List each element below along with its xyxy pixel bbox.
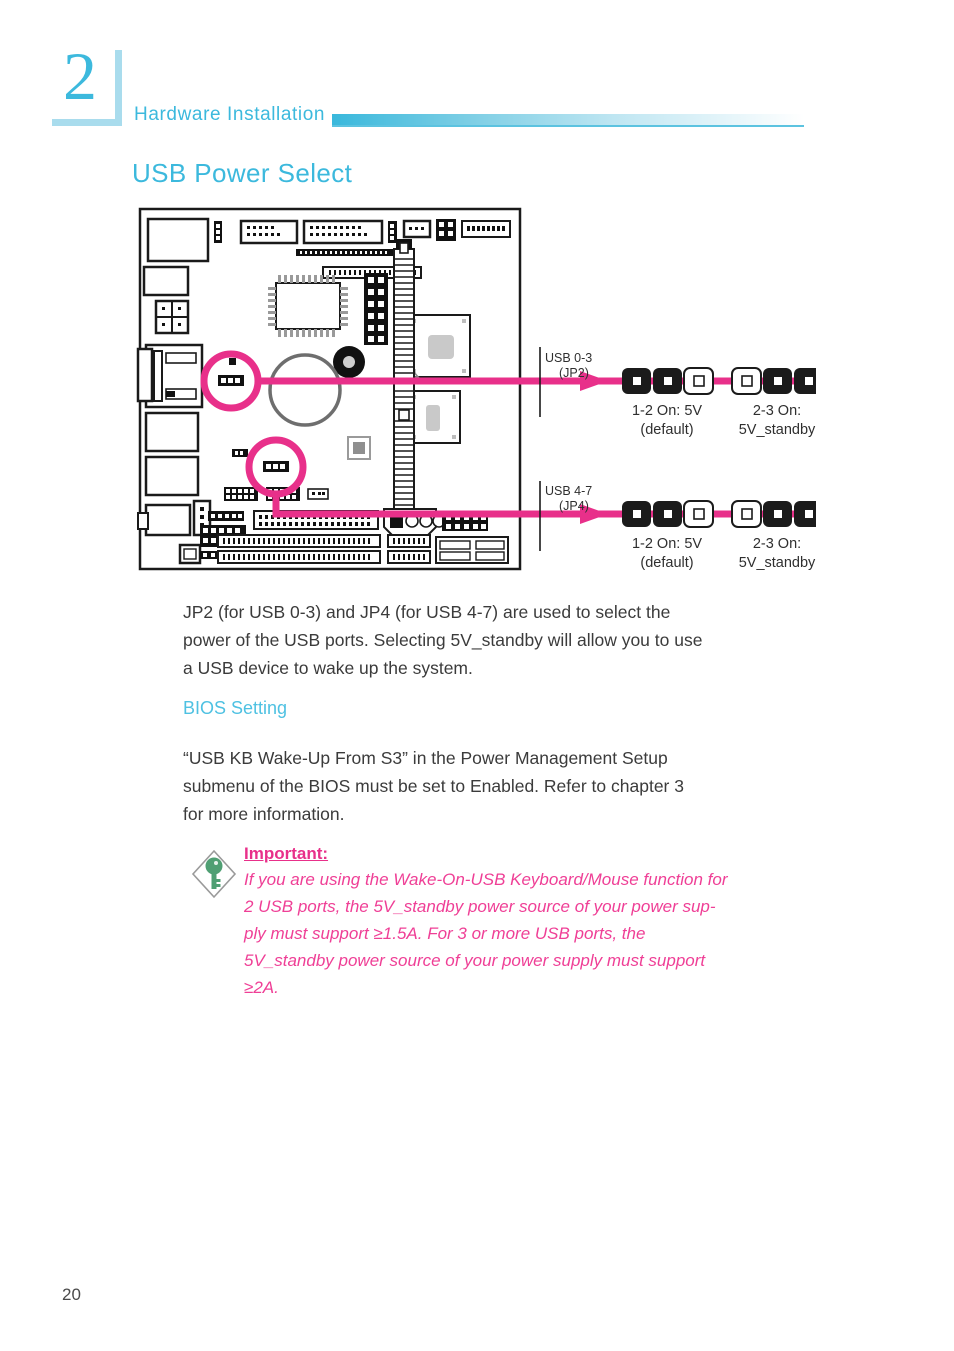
callout-label-jp2: USB 0-3 (JP2) — [545, 351, 592, 381]
intro-line-1: JP2 (for USB 0-3) and JP4 (for USB 4-7) … — [183, 602, 671, 622]
jumper-jp4-option-1-2 — [622, 500, 714, 528]
motherboard-diagram: USB 0-3 (JP2) USB 4-7 (JP4) 1-2 On: 5V (… — [136, 205, 816, 580]
jumper-caption-jp2-2-3-line1: 2-3 On: — [752, 403, 802, 419]
bios-line-3: for more information. — [183, 804, 345, 824]
callout-label-jp2-line2: (JP2) — [559, 366, 589, 380]
jumper-caption-jp2-2-3-line2: 5V_standby — [738, 422, 816, 438]
important-note-body: Important: If you are using the Wake-On-… — [244, 844, 802, 1001]
jumper-jp2-option-1-2 — [622, 367, 714, 395]
important-note-text: If you are using the Wake-On-USB Keyboar… — [244, 866, 802, 1001]
intro-line-2: power of the USB ports. Selecting 5V_sta… — [183, 630, 703, 650]
running-header-title: Hardware Installation — [134, 104, 326, 125]
note-line-2: 2 USB ports, the 5V_standby power source… — [244, 897, 716, 916]
chapter-badge: 2 — [44, 38, 122, 126]
jumper-caption-jp4-1-2-line2: (default) — [640, 555, 694, 571]
chapter-number: 2 — [63, 38, 97, 114]
bios-paragraph: “USB KB Wake-Up From S3” in the Power Ma… — [183, 744, 801, 828]
note-line-1: If you are using the Wake-On-USB Keyboar… — [244, 870, 728, 889]
jumper-caption-jp2-1-2-line1: 1-2 On: 5V — [631, 403, 703, 419]
jumper-caption-jp4-2-3: 2-3 On: 5V_standby — [702, 535, 852, 573]
jumper-caption-jp4-2-3-line1: 2-3 On: — [752, 536, 802, 552]
callout-label-jp2-line1: USB 0-3 — [545, 351, 593, 365]
note-line-4: 5V_standby power source of your power su… — [244, 951, 706, 970]
jumper-caption-jp2-2-3: 2-3 On: 5V_standby — [702, 402, 852, 440]
header-gradient-bar — [332, 114, 804, 125]
callout-label-jp4-line1: USB 4-7 — [545, 484, 593, 498]
header-rule — [332, 125, 804, 127]
bios-line-2: submenu of the BIOS must be set to Enabl… — [183, 776, 684, 796]
page-title: USB Power Select — [132, 158, 353, 188]
callout-label-jp4-line2: (JP4) — [559, 499, 589, 513]
page-number: 20 — [62, 1285, 81, 1304]
key-diamond-icon — [190, 848, 238, 900]
note-line-3: ply must support ≥1.5A. For 3 or more US… — [244, 924, 646, 943]
jumper-jp4-option-2-3 — [731, 500, 816, 528]
intro-paragraph: JP2 (for USB 0-3) and JP4 (for USB 4-7) … — [183, 598, 801, 682]
note-line-5: ≥2A. — [244, 978, 279, 997]
callout-label-jp4: USB 4-7 (JP4) — [545, 484, 592, 514]
jumper-jp2-option-2-3 — [731, 367, 816, 395]
important-note-title: Important: — [244, 844, 329, 863]
jumper-caption-jp2-1-2-line2: (default) — [640, 422, 694, 438]
jumper-caption-jp4-1-2-line1: 1-2 On: 5V — [631, 536, 703, 552]
intro-line-3: a USB device to wake up the system. — [183, 658, 473, 678]
bios-setting-heading: BIOS Setting — [183, 698, 288, 718]
jumper-caption-jp4-2-3-line2: 5V_standby — [738, 555, 816, 571]
bios-line-1: “USB KB Wake-Up From S3” in the Power Ma… — [183, 748, 668, 768]
